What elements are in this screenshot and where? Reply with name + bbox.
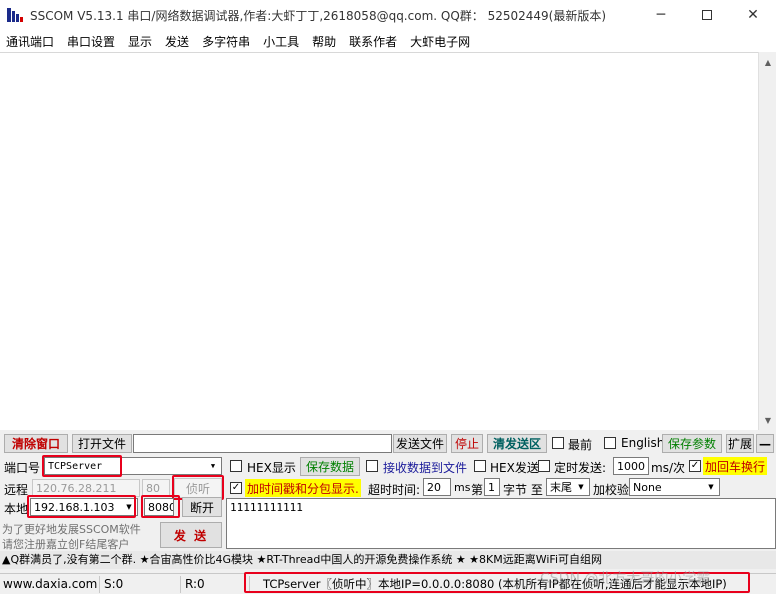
menu-display[interactable]: 显示: [128, 33, 152, 50]
timestamp-label: 加时间戳和分包显示.: [245, 479, 361, 497]
timed-send-checkbox[interactable]: [538, 460, 550, 472]
send-text-area[interactable]: 11111111111: [226, 498, 776, 549]
menu-contact-author[interactable]: 联系作者: [349, 33, 397, 50]
send-text: 11111111111: [230, 501, 303, 514]
receive-text-area[interactable]: [0, 52, 758, 430]
expand-button[interactable]: 扩展: [726, 434, 754, 453]
menu-serial-settings[interactable]: 串口设置: [67, 33, 115, 50]
hex-display-checkbox[interactable]: [230, 460, 242, 472]
menu-help[interactable]: 帮助: [312, 33, 336, 50]
chevron-down-icon[interactable]: ▼: [704, 480, 718, 494]
save-params-button[interactable]: 保存参数: [662, 434, 722, 453]
news-ticker[interactable]: ▲Q群满员了,没有第二个群. ★合宙高性价比4G模块 ★RT-Thread中国人…: [0, 551, 776, 569]
menu-comm-port[interactable]: 通讯端口: [6, 33, 54, 50]
scroll-down-icon[interactable]: ▼: [759, 412, 776, 428]
close-button[interactable]: ✕: [730, 0, 776, 30]
window-title: SSCOM V5.13.1 串口/网络数据调试器,作者:大虾丁丁,2618058…: [30, 9, 607, 23]
remote-label: 远程: [4, 483, 29, 497]
hex-send-label: HEX发送: [490, 461, 539, 475]
menu-daxia-site[interactable]: 大虾电子网: [410, 33, 470, 50]
timeout-unit: ms: [454, 481, 471, 494]
topmost-label: 最前: [568, 438, 593, 452]
receive-scrollbar[interactable]: ▲ ▼: [758, 52, 776, 430]
collapse-button[interactable]: —: [756, 434, 774, 453]
checksum-label: 加校验: [593, 483, 630, 497]
interval-input[interactable]: 1000: [613, 457, 649, 475]
timed-send-label: 定时发送:: [554, 461, 607, 475]
send-file-button[interactable]: 发送文件: [393, 434, 447, 453]
byte-label-post: 字节 至: [503, 483, 543, 497]
minimize-button[interactable]: ─: [638, 0, 684, 30]
save-data-button[interactable]: 保存数据: [300, 457, 360, 476]
timestamp-checkbox[interactable]: ✓: [230, 482, 242, 494]
clear-window-button[interactable]: 清除窗口: [4, 434, 68, 453]
hex-display-label: HEX显示: [247, 461, 296, 475]
status-received: R:0: [182, 576, 250, 593]
append-newline-label: 加回车换行: [703, 457, 768, 475]
english-checkbox[interactable]: [604, 437, 616, 449]
status-site[interactable]: www.daxia.com: [0, 576, 100, 593]
open-file-button[interactable]: 打开文件: [72, 434, 132, 453]
timeout-input[interactable]: 20: [423, 478, 451, 496]
hex-send-checkbox[interactable]: [474, 460, 486, 472]
byte-index-input[interactable]: 1: [484, 478, 500, 496]
english-label: English: [621, 436, 665, 450]
send-button[interactable]: 发 送: [160, 522, 222, 548]
title-bar[interactable]: SSCOM V5.13.1 串口/网络数据调试器,作者:大虾丁丁,2618058…: [0, 0, 776, 30]
topmost-checkbox[interactable]: [552, 437, 564, 449]
checksum-select[interactable]: None ▼: [629, 478, 720, 496]
menu-bar: 通讯端口 串口设置 显示 发送 多字符串 小工具 帮助 联系作者 大虾电子网: [0, 30, 776, 52]
byte-label-pre: 第: [471, 483, 484, 497]
app-logo-icon: [7, 8, 23, 22]
close-icon: ✕: [747, 7, 759, 23]
receive-to-file-label: 接收数据到文件: [383, 461, 468, 475]
clear-send-button[interactable]: 清发送区: [487, 434, 547, 453]
port-label: 端口号: [4, 461, 41, 475]
checksum-value: None: [633, 480, 662, 494]
receive-to-file-checkbox[interactable]: [366, 460, 378, 472]
append-newline-checkbox[interactable]: ✓: [689, 460, 701, 472]
timeout-label: 超时时间:: [368, 483, 421, 497]
port-highlight: [42, 455, 122, 477]
chevron-down-icon[interactable]: ▼: [206, 459, 220, 473]
local-label: 本地: [4, 502, 29, 516]
menu-multi-string[interactable]: 多字符串: [202, 33, 250, 50]
file-path-input[interactable]: [133, 434, 392, 453]
menu-tools[interactable]: 小工具: [263, 33, 299, 50]
maximize-button[interactable]: [684, 0, 730, 30]
local-port-highlight: [141, 495, 180, 518]
watermark: CSDN @北方大哥的小学霸: [540, 571, 711, 587]
local-ip-highlight: [27, 495, 136, 518]
interval-unit: ms/次: [651, 461, 685, 475]
menu-send[interactable]: 发送: [165, 33, 189, 50]
minimize-icon: ─: [656, 7, 666, 23]
byte-end-select[interactable]: 末尾 ▼: [546, 478, 590, 496]
disconnect-button[interactable]: 断开: [182, 497, 222, 517]
promo-line-2[interactable]: 请您注册嘉立创F结尾客户: [2, 536, 129, 552]
scroll-up-icon[interactable]: ▲: [759, 54, 776, 70]
maximize-icon: [702, 10, 712, 20]
stop-button[interactable]: 停止: [451, 434, 483, 453]
promo-line-1[interactable]: 为了更好地发展SSCOM软件: [2, 521, 141, 537]
status-sent: S:0: [101, 576, 181, 593]
chevron-down-icon[interactable]: ▼: [574, 480, 588, 494]
byte-end-value: 末尾: [550, 481, 572, 494]
